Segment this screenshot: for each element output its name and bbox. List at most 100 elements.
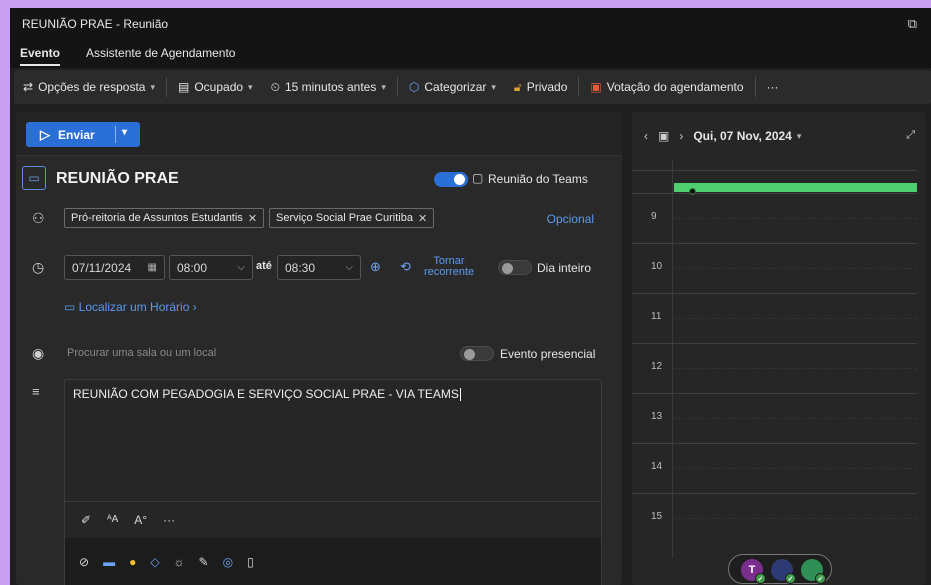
clock-icon: ◷ <box>32 259 45 275</box>
categorize-label: Categorizar <box>424 80 487 94</box>
in-person-label: Evento presencial <box>500 347 596 361</box>
start-time-value: 08:00 <box>177 260 208 275</box>
calendar-half-hour-line <box>672 368 917 369</box>
calendar-hour-label: 15 <box>651 511 663 522</box>
location-row: ◉ Procurar uma sala ou um local Evento p… <box>16 340 622 368</box>
send-bar: ▷ Enviar ▾ <box>16 112 622 156</box>
attendee-chip[interactable]: Serviço Social Prae Curitiba ✕ <box>269 208 435 228</box>
remove-attendee-icon[interactable]: ✕ <box>418 212 427 225</box>
send-options-chevron-icon[interactable]: ▾ <box>122 127 127 138</box>
loop-icon[interactable]: ◎ <box>223 555 233 569</box>
draw-icon[interactable]: ✎ <box>199 555 209 569</box>
send-icon: ▷ <box>40 126 50 142</box>
attach-icon[interactable]: ⊘ <box>79 555 89 569</box>
format-painter-icon[interactable]: ✐ <box>81 513 91 527</box>
event-body-content: REUNIÃO COM PEGADOGIA E SERVIÇO SOCIAL P… <box>73 387 459 401</box>
busy-status-button[interactable]: ▤ Ocupado ▾ <box>169 80 262 94</box>
calendar-date[interactable]: Qui, 07 Nov, 2024 <box>693 129 792 143</box>
end-time-field[interactable]: 08:30 ⌵ <box>277 255 361 280</box>
calendar-icon[interactable]: ▦ <box>148 262 157 273</box>
in-person-toggle[interactable] <box>460 346 494 361</box>
chevron-down-icon: ⌵ <box>237 262 245 273</box>
calendar-hour-label: 12 <box>651 361 663 372</box>
teams-meeting-toggle[interactable] <box>434 172 468 187</box>
tab-evento[interactable]: Evento <box>20 40 61 66</box>
calendar-half-hour-line <box>672 468 917 469</box>
title-bar: REUNIÃO PRAE - Reunião ⧉ <box>10 8 931 40</box>
chat-icon: ▭ <box>22 166 46 190</box>
toggle-knob <box>464 349 475 360</box>
dictate-icon[interactable]: ▯ <box>247 555 254 569</box>
make-recurring-link[interactable]: Tornar recorrente <box>424 256 474 278</box>
tag-icon: ⬡ <box>408 80 420 94</box>
toolbar: ⇄ Opções de resposta ▾ ▤ Ocupado ▾ ⏲ 15 … <box>14 70 931 104</box>
end-time-value: 08:30 <box>285 260 316 275</box>
recurrence-icon[interactable]: ⟲ <box>400 259 411 275</box>
brightness-icon[interactable]: ☼ <box>174 555 185 569</box>
event-body-editor[interactable]: REUNIÃO COM PEGADOGIA E SERVIÇO SOCIAL P… <box>64 379 602 585</box>
font-size-icon[interactable]: ᴬA <box>107 514 118 525</box>
today-calendar-icon[interactable]: ▣ <box>658 129 669 143</box>
attendee-avatars[interactable]: T ✓ ✓ ✓ <box>728 554 832 584</box>
chevron-left-icon[interactable]: ‹ <box>644 129 648 143</box>
title-row: ▭ REUNIÃO PRAE ▢ Reunião do Teams <box>16 162 622 194</box>
accepted-check-icon: ✓ <box>785 573 796 584</box>
image-icon[interactable]: ▬ <box>103 555 115 569</box>
reminder-button[interactable]: ⏲ 15 minutos antes ▾ <box>262 80 395 95</box>
time-gutter-divider <box>672 160 673 558</box>
optional-attendees-link[interactable]: Opcional <box>547 212 594 226</box>
calendar-hour-line <box>632 393 917 394</box>
calendar-event-block[interactable] <box>674 183 917 192</box>
calendar-half-hour-line <box>672 318 917 319</box>
find-time-link[interactable]: ▭ Localizar um Horário › <box>64 300 197 314</box>
more-options-button[interactable]: ··· <box>758 80 788 94</box>
text-lines-icon: ≡ <box>32 384 40 399</box>
find-time-label: Localizar um Horário <box>78 300 190 314</box>
calendar-hour-label: 11 <box>651 311 662 322</box>
emoji-icon[interactable]: ● <box>129 555 136 569</box>
calendar-header: ‹ ▣ › Qui, 07 Nov, 2024 ▾ ⤢ <box>632 112 925 160</box>
attendee-name: Serviço Social Prae Curitiba <box>276 212 413 224</box>
categorize-button[interactable]: ⬡ Categorizar ▾ <box>400 80 505 94</box>
tab-assistente-agendamento[interactable]: Assistente de Agendamento <box>86 40 235 64</box>
expand-icon[interactable]: ⤢ <box>906 129 915 142</box>
start-date-field[interactable]: 07/11/2024 ▦ <box>64 255 165 280</box>
send-label: Enviar <box>58 127 95 142</box>
all-day-toggle[interactable] <box>498 260 532 275</box>
chevron-down-icon: ▾ <box>491 81 496 92</box>
calendar-hour-label: 9 <box>651 211 657 222</box>
toolbar-divider <box>754 77 756 97</box>
superscript-icon[interactable]: A° <box>134 513 147 527</box>
highlight-icon[interactable]: ◇ <box>150 555 159 569</box>
location-search-input[interactable]: Procurar uma sala ou um local <box>67 347 216 359</box>
chevron-down-icon: ▾ <box>381 81 386 92</box>
attendees-row: ⚇ Pró-reitoria de Assuntos Estudantis ✕ … <box>16 206 622 232</box>
start-date-value: 07/11/2024 <box>72 260 132 275</box>
scheduling-poll-button[interactable]: ▣ Votação do agendamento <box>581 80 752 94</box>
calendar-half-hour-line <box>672 418 917 419</box>
event-title-input[interactable]: REUNIÃO PRAE <box>56 170 179 188</box>
scheduling-poll-label: Votação do agendamento <box>606 80 744 94</box>
private-button[interactable]: 🔓︎ Privado <box>505 80 576 95</box>
people-icon: ⚇ <box>32 210 45 226</box>
chevron-down-icon: ▾ <box>248 81 253 92</box>
calendar-half-hour-line <box>672 518 917 519</box>
toolbar-divider <box>578 77 580 97</box>
attendee-chip[interactable]: Pró-reitoria de Assuntos Estudantis ✕ <box>64 208 265 228</box>
all-day-label: Dia inteiro <box>537 261 592 275</box>
remove-attendee-icon[interactable]: ✕ <box>248 212 257 225</box>
calendar-grid[interactable]: 9 10 11 12 13 14 15 <box>632 160 917 558</box>
teams-meeting-label: Reunião do Teams <box>488 172 588 186</box>
chevron-right-icon[interactable]: › <box>679 129 683 143</box>
start-time-field[interactable]: 08:00 ⌵ <box>169 255 253 280</box>
time-zone-globe-icon[interactable]: ⊕ <box>370 259 381 275</box>
popout-icon[interactable]: ⧉ <box>908 16 917 32</box>
day-calendar-panel: ‹ ▣ › Qui, 07 Nov, 2024 ▾ ⤢ 9 10 11 12 13 14 1… <box>632 112 925 585</box>
send-button[interactable]: ▷ Enviar ▾ <box>26 122 140 147</box>
chevron-down-icon: ▾ <box>150 81 155 92</box>
response-options-button[interactable]: ⇄ Opções de resposta ▾ <box>14 80 164 94</box>
response-options-icon: ⇄ <box>23 80 34 94</box>
toggle-knob <box>454 174 465 185</box>
more-formatting-icon[interactable]: ··· <box>163 513 175 527</box>
avatar-initial: T <box>748 564 756 576</box>
